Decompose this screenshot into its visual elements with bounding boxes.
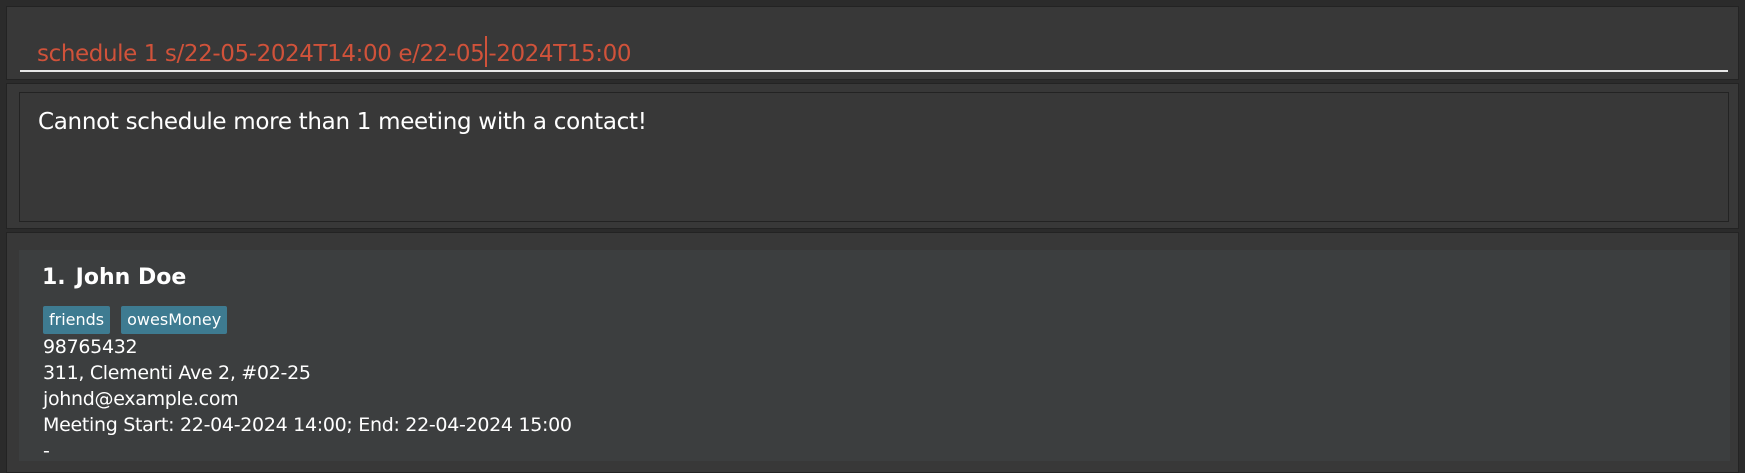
person-address: 311, Clementi Ave 2, #02-25 <box>43 362 311 384</box>
person-list-pane[interactable]: 1. John Doe friends owesMoney 98765432 31… <box>6 232 1739 473</box>
result-message: Cannot schedule more than 1 meeting with… <box>38 109 647 135</box>
command-text-before-cursor: schedule 1 s/22-05-2024T14:00 e/22-05 <box>37 41 485 67</box>
person-name-row: 1. John Doe <box>42 265 186 290</box>
person-name: John Doe <box>75 265 187 290</box>
person-meeting: Meeting Start: 22-04-2024 14:00; End: 22… <box>43 414 572 436</box>
person-remark: - <box>43 440 50 462</box>
command-box-pane: schedule 1 s/22-05-2024T14:00 e/22-05 -20… <box>6 6 1739 80</box>
command-input[interactable]: schedule 1 s/22-05-2024T14:00 e/22-05 -20… <box>20 15 1728 72</box>
command-text-after-cursor: -2024T15:00 <box>488 41 632 67</box>
tag: owesMoney <box>121 306 228 334</box>
person-email: johnd@example.com <box>43 388 239 410</box>
person-phone: 98765432 <box>43 336 138 358</box>
result-display-pane: Cannot schedule more than 1 meeting with… <box>6 83 1739 229</box>
text-caret <box>485 36 488 67</box>
tag: friends <box>43 306 111 334</box>
person-index: 1. <box>42 265 66 290</box>
tag-list: friends owesMoney <box>43 306 228 334</box>
app-window: schedule 1 s/22-05-2024T14:00 e/22-05 -20… <box>0 0 1745 473</box>
result-display[interactable]: Cannot schedule more than 1 meeting with… <box>19 92 1729 222</box>
person-card[interactable]: 1. John Doe friends owesMoney 98765432 31… <box>19 250 1730 462</box>
